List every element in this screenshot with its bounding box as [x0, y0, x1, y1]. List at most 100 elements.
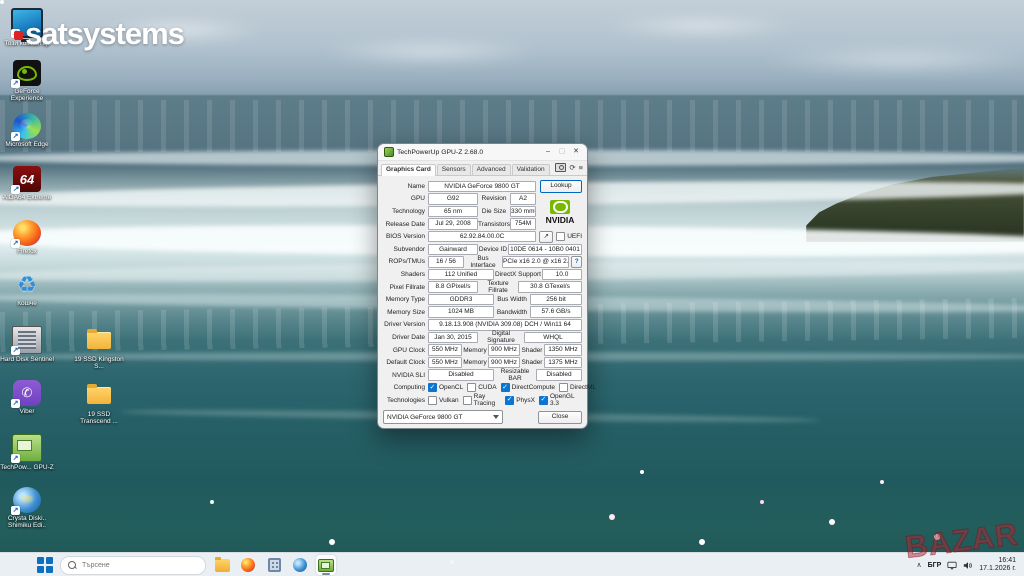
speaker-icon[interactable]: [963, 561, 973, 570]
desktop-icon-viber[interactable]: ✆↗ Viber: [0, 380, 54, 415]
opencl-checkbox[interactable]: [428, 383, 437, 392]
shortcut-arrow-icon: ↗: [11, 239, 20, 248]
opengl-checkbox[interactable]: [539, 396, 548, 405]
field-label: Subvendor: [383, 246, 428, 253]
taskbar-app-firefox[interactable]: [238, 555, 258, 575]
taskbar-app-gpuz-active[interactable]: [316, 555, 336, 575]
tab-validation[interactable]: Validation: [512, 164, 550, 175]
desktop-icon-geforce-experience[interactable]: ↗ GeForce Experience: [0, 60, 54, 102]
satsystems-watermark: satsystems: [14, 16, 184, 52]
field-label: Shader: [520, 347, 544, 354]
taskbar-app-crystaldiskinfo[interactable]: [290, 555, 310, 575]
release-date-value: Jul 29, 2008: [428, 218, 478, 230]
card-select-dropdown[interactable]: NVIDIA GeForce 9800 GT: [383, 410, 503, 424]
explorer-icon: [215, 559, 230, 572]
row-technologies: Technologies Vulkan Ray Tracing PhysX Op…: [383, 394, 582, 407]
directml-checkbox[interactable]: [559, 383, 568, 392]
nvidia-icon: ↗: [13, 60, 41, 86]
nvidia-zone: NVIDIA GPU G92 Revision A2 Technology 65…: [383, 193, 582, 231]
default-clock-value: 550 MHz: [428, 357, 462, 369]
language-indicator[interactable]: БГР: [928, 562, 942, 569]
gpu-clock-value: 550 MHz: [428, 344, 462, 356]
directml-checkbox-group[interactable]: DirectML: [559, 383, 596, 392]
bandwidth-value: 57.6 GB/s: [530, 306, 582, 318]
tab-graphics-card[interactable]: Graphics Card: [381, 164, 436, 176]
nvidia-logo: NVIDIA: [538, 194, 582, 231]
tray-expand-icon[interactable]: ∧: [916, 561, 921, 569]
raytracing-checkbox[interactable]: [463, 396, 472, 405]
gpu-name-value: NVIDIA GeForce 9800 GT: [428, 181, 536, 193]
taskbar-app-explorer[interactable]: [212, 555, 232, 575]
gpuz-icon: [318, 559, 334, 572]
field-label: Technologies: [383, 397, 428, 404]
icon-label: TechPow... GPU-Z: [0, 464, 54, 471]
folder-icon: [85, 383, 113, 409]
taskbar-app-calculator[interactable]: [264, 555, 284, 575]
firefox-icon: [241, 558, 255, 572]
opengl-checkbox-group[interactable]: OpenGL 3.3: [539, 393, 578, 407]
desktop-icon-edge[interactable]: ↗ Microsoft Edge: [0, 113, 54, 148]
shortcut-arrow-icon: ↗: [11, 399, 20, 408]
default-shader-clock-value: 1375 MHz: [544, 357, 582, 369]
clock-date: 17.1.2026 г.: [979, 565, 1016, 573]
opencl-checkbox-group[interactable]: OpenCL: [428, 383, 463, 392]
directx-value: 10.0: [542, 269, 582, 281]
raytracing-checkbox-group[interactable]: Ray Tracing: [463, 393, 502, 407]
search-input[interactable]: [80, 561, 198, 570]
memory-clock-value: 900 MHz: [488, 344, 520, 356]
icon-label: Кошче: [0, 300, 54, 307]
screenshot-icon[interactable]: [555, 163, 566, 172]
minimize-button[interactable]: –: [541, 146, 555, 158]
firefox-icon: ↗: [13, 220, 41, 246]
field-label: Digital Signature: [478, 330, 524, 344]
menu-icon[interactable]: ≡: [579, 163, 583, 172]
field-label: Device ID: [478, 246, 508, 253]
uefi-checkbox-group[interactable]: UEFI: [556, 232, 582, 241]
tab-advanced[interactable]: Advanced: [472, 164, 511, 175]
field-label: Name: [383, 183, 428, 190]
network-icon[interactable]: [947, 561, 957, 570]
taskbar-clock[interactable]: 16:41 17.1.2026 г.: [979, 557, 1016, 573]
directcompute-checkbox[interactable]: [501, 383, 510, 392]
taskbar-left: [36, 555, 336, 575]
vulkan-checkbox-group[interactable]: Vulkan: [428, 396, 459, 405]
cuda-checkbox[interactable]: [467, 383, 476, 392]
desktop-folder-transcend[interactable]: 19 SSD Transcend ...: [72, 383, 126, 425]
vulkan-checkbox[interactable]: [428, 396, 437, 405]
cuda-checkbox-group[interactable]: CUDA: [467, 383, 496, 392]
gpuz-body: Name NVIDIA GeForce 9800 GT Lookup NVIDI…: [378, 176, 587, 428]
uefi-checkbox[interactable]: [556, 232, 565, 241]
close-button[interactable]: Close: [538, 411, 582, 424]
gpuz-titlebar[interactable]: TechPowerUp GPU-Z 2.68.0 – ▢ ✕: [378, 144, 587, 161]
bus-interface-value: PCIe x16 2.0 @ x16 2.0: [502, 256, 569, 268]
share-bios-icon[interactable]: ↗: [539, 231, 553, 243]
desktop-icon-gpuz[interactable]: ↗ TechPow... GPU-Z: [0, 434, 54, 471]
tab-sensors[interactable]: Sensors: [437, 164, 471, 175]
directcompute-checkbox-group[interactable]: DirectCompute: [501, 383, 555, 392]
texture-fillrate-value: 30.8 GTexel/s: [518, 281, 582, 293]
nvidia-eye-icon: [550, 200, 570, 214]
memory-size-value: 1024 MB: [428, 306, 494, 318]
row-memory-size: Memory Size 1024 MB Bandwidth 57.6 GB/s: [383, 306, 582, 319]
field-label: NVIDIA SLI: [383, 372, 428, 379]
desktop-icon-hard-disk-sentinel[interactable]: ↗ Hard Disk Sentinel: [0, 326, 54, 363]
desktop-icon-firefox[interactable]: ↗ Firefox: [0, 220, 54, 255]
start-button[interactable]: [36, 556, 54, 574]
physx-checkbox-group[interactable]: PhysX: [505, 396, 535, 405]
lookup-button[interactable]: Lookup: [540, 180, 582, 193]
refresh-icon[interactable]: ⟳: [569, 163, 575, 172]
field-label: BIOS Version: [383, 233, 428, 240]
field-label: Memory Type: [383, 296, 428, 303]
physx-checkbox[interactable]: [505, 396, 514, 405]
desktop-icon-crystaldiskinfo[interactable]: ↗ Crysta Diski.. Shimiku Edi..: [0, 487, 54, 529]
desktop-icon-aida64[interactable]: 64↗ AIDA64 Extreme: [0, 166, 54, 201]
memory-type-value: GDDR3: [428, 294, 494, 306]
row-gpu-clock: GPU Clock 550 MHz Memory 900 MHz Shader …: [383, 344, 582, 357]
row-pixel-fillrate: Pixel Fillrate 8.8 GPixel/s Texture Fill…: [383, 281, 582, 294]
close-window-button[interactable]: ✕: [569, 146, 583, 158]
taskbar-search[interactable]: [60, 556, 206, 575]
desktop-icon-recycle-bin[interactable]: ♻ Кошче: [0, 272, 54, 307]
taskbar: ∧ БГР 16:41 17.1.2026 г.: [0, 552, 1024, 576]
bus-interface-help-button[interactable]: ?: [571, 256, 582, 268]
desktop-folder-kingston[interactable]: 19 SSD Kingston S...: [72, 328, 126, 370]
